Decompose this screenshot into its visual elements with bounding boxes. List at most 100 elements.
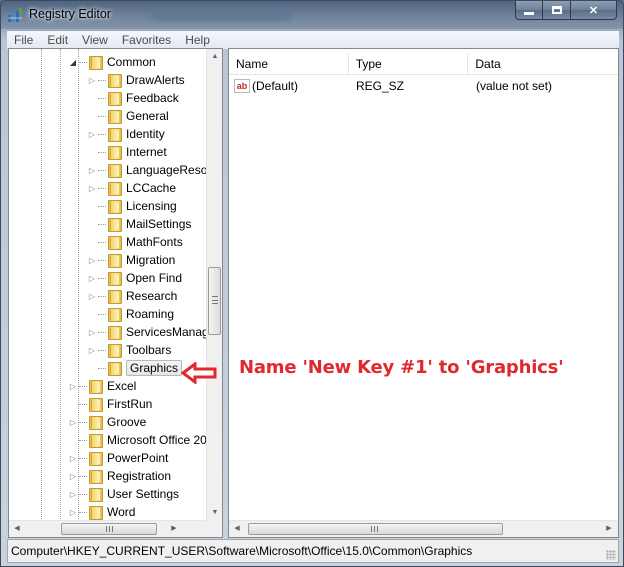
tree-item-label: Common bbox=[107, 55, 156, 69]
tree-item-groove[interactable]: ▷ Groove bbox=[68, 413, 146, 431]
expand-arrow-icon[interactable]: ▷ bbox=[87, 76, 97, 85]
value-type: REG_SZ bbox=[356, 79, 405, 93]
tree-connector bbox=[79, 511, 87, 513]
tree-item-internet[interactable]: Internet bbox=[87, 143, 167, 161]
menu-bar: File Edit View Favorites Help bbox=[7, 30, 619, 49]
tree-item-feedback[interactable]: Feedback bbox=[87, 89, 179, 107]
tree-item-general[interactable]: General bbox=[87, 107, 169, 125]
menu-favorites[interactable]: Favorites bbox=[115, 33, 178, 47]
column-header-type[interactable]: Type bbox=[349, 53, 469, 75]
tree-item-label-selected: Graphics bbox=[126, 360, 183, 376]
tree-horizontal-scroll-thumb[interactable] bbox=[61, 523, 157, 535]
collapse-arrow-icon[interactable]: ◢ bbox=[68, 58, 78, 67]
tree-item-label: ServicesManage bbox=[126, 325, 207, 339]
tree-item-mathfonts[interactable]: MathFonts bbox=[87, 233, 183, 251]
tree-connector bbox=[98, 187, 106, 189]
expand-arrow-icon[interactable]: ▷ bbox=[68, 490, 78, 499]
tree-item-label: Feedback bbox=[126, 91, 179, 105]
tree-item-graphics[interactable]: Graphics bbox=[87, 359, 183, 377]
grip-icon bbox=[212, 296, 218, 304]
tree-item-roaming[interactable]: Roaming bbox=[87, 305, 174, 323]
folder-icon bbox=[107, 199, 123, 214]
tree-item-label: General bbox=[126, 109, 169, 123]
grip-icon bbox=[106, 526, 113, 532]
tree-view[interactable]: ◢ Common ▷ DrawAlerts Feedback General ▷ Identi… bbox=[9, 49, 207, 521]
scroll-right-arrow-icon[interactable]: ▶ bbox=[166, 521, 182, 537]
tree-item-mailsettings[interactable]: MailSettings bbox=[87, 215, 191, 233]
tree-guide-line bbox=[60, 49, 61, 521]
list-horizontal-scrollbar[interactable]: ◀ ▶ bbox=[229, 520, 618, 537]
tree-item-identity[interactable]: ▷ Identity bbox=[87, 125, 165, 143]
resize-grip-icon[interactable] bbox=[606, 550, 616, 560]
menu-edit[interactable]: Edit bbox=[40, 33, 75, 47]
tree-connector bbox=[79, 385, 87, 387]
close-button[interactable]: ✕ bbox=[571, 1, 617, 20]
tree-item-research[interactable]: ▷ Research bbox=[87, 287, 177, 305]
tree-horizontal-scrollbar[interactable]: ◀ ▶ bbox=[9, 520, 206, 537]
folder-icon bbox=[107, 271, 123, 286]
tree-item-common[interactable]: ◢ Common bbox=[68, 53, 156, 71]
expand-arrow-icon[interactable]: ▷ bbox=[87, 130, 97, 139]
scroll-left-arrow-icon[interactable]: ◀ bbox=[9, 521, 25, 537]
tree-item-languageresou[interactable]: ▷ LanguageResou bbox=[87, 161, 207, 179]
folder-icon bbox=[107, 217, 123, 232]
column-header-data[interactable]: Data bbox=[468, 53, 618, 75]
tree-item-drawalerts[interactable]: ▷ DrawAlerts bbox=[87, 71, 185, 89]
folder-icon bbox=[107, 325, 123, 340]
title-bar[interactable]: Registry Editor ✕ bbox=[1, 1, 623, 29]
menu-file[interactable]: File bbox=[7, 33, 40, 47]
expand-arrow-icon[interactable]: ▷ bbox=[68, 418, 78, 427]
menu-view[interactable]: View bbox=[75, 33, 115, 47]
expand-arrow-icon[interactable]: ▷ bbox=[87, 184, 97, 193]
list-horizontal-scroll-thumb[interactable] bbox=[248, 523, 503, 535]
expand-arrow-icon[interactable]: ▷ bbox=[87, 346, 97, 355]
column-header-name[interactable]: Name bbox=[229, 53, 349, 75]
list-row[interactable]: ab (Default) REG_SZ (value not set) bbox=[229, 77, 618, 95]
tree-item-licensing[interactable]: Licensing bbox=[87, 197, 177, 215]
folder-icon bbox=[107, 307, 123, 322]
scroll-down-arrow-icon[interactable]: ▼ bbox=[207, 505, 223, 521]
minimize-button[interactable] bbox=[515, 1, 543, 20]
expand-arrow-icon[interactable]: ▷ bbox=[68, 454, 78, 463]
folder-icon bbox=[88, 487, 104, 502]
menu-help[interactable]: Help bbox=[178, 33, 217, 47]
scroll-left-arrow-icon[interactable]: ◀ bbox=[229, 521, 245, 537]
maximize-button[interactable] bbox=[543, 1, 571, 20]
folder-icon bbox=[88, 505, 104, 520]
tree-item-registration[interactable]: ▷ Registration bbox=[68, 467, 171, 485]
tree-item-powerpoint[interactable]: ▷ PowerPoint bbox=[68, 449, 168, 467]
tree-item-excel[interactable]: ▷ Excel bbox=[68, 377, 136, 395]
tree-vertical-scroll-thumb[interactable] bbox=[208, 267, 221, 335]
tree-item-firstrun[interactable]: FirstRun bbox=[68, 395, 152, 413]
expand-arrow-icon[interactable]: ▷ bbox=[87, 292, 97, 301]
blurred-title-region bbox=[151, 7, 291, 21]
scrollbar-corner bbox=[206, 520, 222, 537]
tree-item-label: LanguageResou bbox=[126, 163, 207, 177]
close-icon: ✕ bbox=[588, 4, 599, 17]
tree-item-label: LCCache bbox=[126, 181, 177, 195]
tree-item-user-settings[interactable]: ▷ User Settings bbox=[68, 485, 179, 503]
tree-item-migration[interactable]: ▷ Migration bbox=[87, 251, 175, 269]
tree-item-word[interactable]: ▷ Word bbox=[68, 503, 135, 521]
tree-item-label: Identity bbox=[126, 127, 165, 141]
expand-arrow-icon[interactable]: ▷ bbox=[87, 166, 97, 175]
tree-item-toolbars[interactable]: ▷ Toolbars bbox=[87, 341, 171, 359]
grip-icon bbox=[371, 526, 378, 532]
expand-arrow-icon[interactable]: ▷ bbox=[68, 508, 78, 517]
tree-item-label: MathFonts bbox=[126, 235, 183, 249]
expand-arrow-icon[interactable]: ▷ bbox=[87, 256, 97, 265]
registry-values-list[interactable]: Name Type Data ab (Default) REG_SZ (valu… bbox=[228, 48, 619, 538]
tree-item-servicesmanage[interactable]: ▷ ServicesManage bbox=[87, 323, 207, 341]
expand-arrow-icon[interactable]: ▷ bbox=[68, 472, 78, 481]
registry-key-tree[interactable]: ◢ Common ▷ DrawAlerts Feedback General ▷ Identi… bbox=[8, 48, 223, 538]
tree-item-label: MailSettings bbox=[126, 217, 192, 231]
expand-arrow-icon[interactable]: ▷ bbox=[87, 274, 97, 283]
scroll-right-arrow-icon[interactable]: ▶ bbox=[601, 521, 617, 537]
scroll-up-arrow-icon[interactable]: ▲ bbox=[207, 49, 223, 65]
tree-item-open-find[interactable]: ▷ Open Find bbox=[87, 269, 182, 287]
tree-item-lccache[interactable]: ▷ LCCache bbox=[87, 179, 176, 197]
expand-arrow-icon[interactable]: ▷ bbox=[87, 328, 97, 337]
tree-vertical-scrollbar[interactable]: ▲ ▼ bbox=[206, 49, 222, 521]
expand-arrow-icon[interactable]: ▷ bbox=[68, 382, 78, 391]
tree-item-microsoft-office-20[interactable]: Microsoft Office 20: bbox=[68, 431, 207, 449]
